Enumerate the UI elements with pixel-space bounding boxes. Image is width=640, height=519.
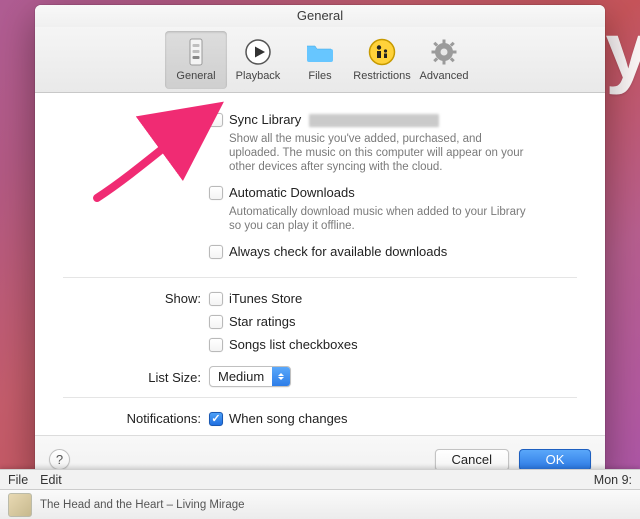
preferences-window: General General Playback — [35, 5, 605, 483]
toolbar-tab-restrictions[interactable]: Restrictions — [351, 31, 413, 89]
toolbar-tab-advanced[interactable]: Advanced — [413, 31, 475, 89]
option-songs-list-checkboxes: Songs list checkboxes — [229, 336, 358, 354]
toolbar-tab-label: General — [176, 70, 215, 82]
label-notifications: Notifications: — [63, 410, 209, 426]
toolbar-tab-label: Playback — [236, 70, 281, 82]
option-automatic-downloads: Automatic Downloads — [229, 184, 355, 202]
ok-button[interactable]: OK — [519, 449, 591, 471]
toolbar-tab-label: Files — [308, 70, 331, 82]
background-glyph: y — [606, 5, 640, 97]
checkbox-star-ratings[interactable] — [209, 315, 223, 329]
toolbar-tab-label: Advanced — [420, 70, 469, 82]
general-slider-icon — [181, 37, 211, 67]
divider — [63, 277, 577, 278]
menubar-clock: Mon 9: — [594, 473, 632, 487]
menu-file[interactable]: File — [8, 473, 28, 487]
now-playing-bar: The Head and the Heart – Living Mirage — [0, 489, 640, 519]
label-list-size: List Size: — [63, 369, 209, 385]
content-area: Library: Sync Library Show all the music… — [35, 93, 605, 435]
select-list-size[interactable]: Medium — [209, 366, 291, 387]
option-itunes-store: iTunes Store — [229, 290, 302, 308]
gear-icon — [429, 37, 459, 67]
toolbar-tab-playback[interactable]: Playback — [227, 31, 289, 89]
checkbox-songs-list-checkboxes[interactable] — [209, 338, 223, 352]
album-art-thumb[interactable] — [8, 493, 32, 517]
toolbar-tab-files[interactable]: Files — [289, 31, 351, 89]
help-button[interactable]: ? — [49, 449, 70, 470]
now-playing-text: The Head and the Heart – Living Mirage — [40, 499, 245, 511]
parental-sign-icon — [367, 37, 397, 67]
divider — [63, 397, 577, 398]
label-show: Show: — [63, 290, 209, 306]
option-always-check-downloads: Always check for available downloads — [229, 243, 447, 261]
play-circle-icon — [243, 37, 273, 67]
chevron-updown-icon — [272, 367, 290, 386]
option-sync-library: Sync Library — [229, 111, 301, 129]
window-title: General — [35, 5, 605, 27]
option-when-song-changes: When song changes — [229, 410, 348, 428]
toolbar-tab-general[interactable]: General — [165, 31, 227, 89]
menu-edit[interactable]: Edit — [40, 473, 62, 487]
checkbox-automatic-downloads[interactable] — [209, 186, 223, 200]
checkbox-sync-library[interactable] — [209, 113, 223, 127]
option-star-ratings: Star ratings — [229, 313, 295, 331]
checkbox-always-check-downloads[interactable] — [209, 245, 223, 259]
toolbar: General Playback Files — [35, 27, 605, 93]
os-menubar: File Edit Mon 9: — [0, 469, 640, 489]
select-list-size-value: Medium — [210, 369, 272, 384]
cancel-button[interactable]: Cancel — [435, 449, 509, 471]
label-library: Library: — [63, 111, 209, 127]
checkbox-when-song-changes[interactable] — [209, 412, 223, 426]
toolbar-tab-label: Restrictions — [353, 70, 410, 82]
checkbox-itunes-store[interactable] — [209, 292, 223, 306]
folder-icon — [305, 37, 335, 67]
redacted-account-text — [309, 114, 439, 127]
desc-automatic-downloads: Automatically download music when added … — [229, 205, 529, 233]
desc-sync-library: Show all the music you've added, purchas… — [229, 132, 529, 174]
